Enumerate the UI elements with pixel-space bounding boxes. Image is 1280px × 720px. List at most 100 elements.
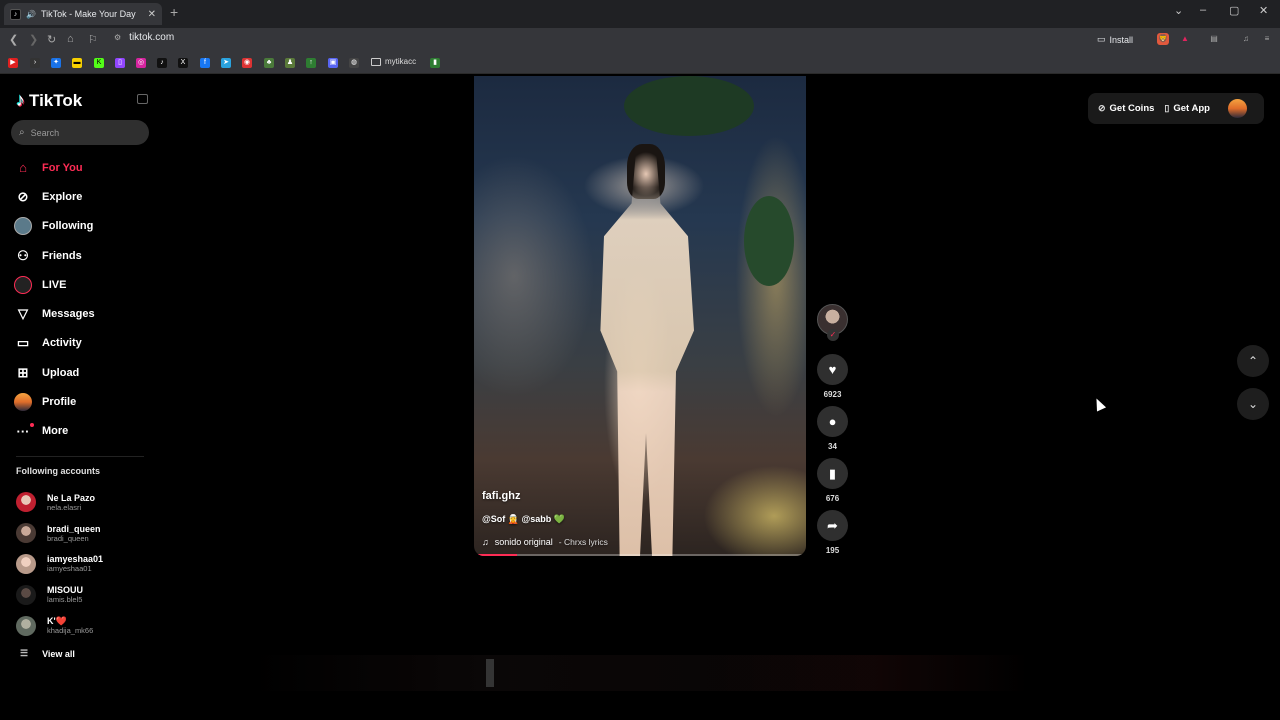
following-avatar-icon — [14, 217, 32, 236]
heart-icon[interactable]: ♥ — [817, 354, 848, 385]
kick-icon[interactable]: K — [94, 58, 104, 68]
minimize-button[interactable]: – — [1200, 4, 1206, 16]
video-scene — [744, 196, 794, 286]
telegram-icon[interactable]: ➤ — [221, 58, 231, 68]
video-progress-bar[interactable] — [474, 554, 806, 556]
avatar — [16, 615, 36, 636]
next-video-preview — [250, 655, 1030, 691]
list-item[interactable]: MISOUU lamis.blel5 — [16, 579, 103, 610]
signal-icon[interactable]: ▮ — [430, 58, 440, 68]
get-app-button[interactable]: ▯ Get App — [1164, 103, 1210, 114]
forward-icon[interactable]: ❯ — [29, 33, 38, 46]
activity-icon: ▭ — [16, 335, 30, 351]
sidebar-item-activity[interactable]: ▭ Activity — [14, 329, 95, 358]
follow-check-icon[interactable]: ✓ — [827, 329, 839, 341]
twitch-icon[interactable]: ▯ — [115, 58, 125, 68]
video-player[interactable]: fafi.ghz @Sof 🧝 @sabb 💚 ♫ sonido origina… — [474, 76, 806, 556]
tiktok-logo[interactable]: ♪ TikTok — [16, 90, 82, 111]
browser-tab[interactable]: ♪ 🔊 TikTok - Make Your Day ✕ — [4, 3, 162, 25]
app-icon[interactable]: ♟ — [285, 58, 295, 68]
video-author[interactable]: fafi.ghz — [482, 490, 798, 502]
home-icon[interactable]: ⌂ — [67, 33, 74, 45]
video-caption: fafi.ghz @Sof 🧝 @sabb 💚 ♫ sonido origina… — [482, 490, 798, 556]
new-tab-button[interactable]: + — [170, 4, 178, 20]
bookmarks-bar: ▶ › ✦ ▬ K ▯ ◎ ♪ X f ➤ ◉ ♣ ♟ ↑ ▣ ◍ mytika… — [0, 52, 1280, 74]
share-icon[interactable]: ➦ — [817, 510, 848, 541]
sidebar-item-following[interactable]: Following — [14, 212, 95, 241]
sidebar-item-profile[interactable]: Profile — [14, 387, 95, 416]
tab-close-icon[interactable]: ✕ — [148, 9, 156, 20]
sidebar-toggle-icon[interactable]: ▤ — [1208, 33, 1220, 45]
sidebar-item-upload[interactable]: ⊞ Upload — [14, 358, 95, 387]
list-item[interactable]: Ne La Pazo nela.elasri — [16, 487, 103, 518]
get-coins-button[interactable]: ⊘ Get Coins — [1098, 103, 1154, 114]
arrow-up-icon[interactable]: ↑ — [306, 58, 316, 68]
speaker-icon[interactable]: 🔊 — [26, 10, 36, 19]
save-count: 676 — [825, 494, 840, 503]
user-avatar[interactable] — [1227, 99, 1247, 118]
facebook-icon[interactable]: f — [200, 58, 210, 68]
home-icon: ⌂ — [19, 160, 27, 176]
search-input[interactable] — [30, 127, 131, 138]
next-video-button[interactable]: ⌄ — [1237, 388, 1269, 420]
collapse-sidebar-icon[interactable] — [137, 94, 148, 104]
list-item[interactable]: K'❤️ khadija_mk66 — [16, 610, 103, 641]
chevron-down-icon: ⌄ — [1247, 397, 1259, 411]
media-icon[interactable]: ♫ — [1240, 33, 1252, 45]
list-item[interactable]: iamyeshaa01 iamyeshaa01 — [16, 549, 103, 580]
tiktok-icon[interactable]: ♪ — [157, 58, 167, 68]
like-action: ♥ 6923 — [817, 354, 848, 399]
app-icon[interactable]: ▣ — [328, 58, 338, 68]
share-action: ➦ 195 — [817, 510, 848, 555]
reload-icon[interactable]: ↻ — [47, 33, 56, 46]
instagram-icon[interactable]: ◎ — [136, 58, 146, 68]
back-icon[interactable]: ❮ — [9, 33, 18, 46]
comment-action: ● 34 — [817, 406, 848, 451]
app-icon[interactable]: ▬ — [72, 58, 82, 68]
app-icon[interactable]: ◉ — [242, 58, 252, 68]
video-sound[interactable]: ♫ sonido original - Chrxs lyrics — [482, 537, 798, 547]
app-icon[interactable]: ♣ — [264, 58, 274, 68]
list-item[interactable]: bradi_queen bradi_queen — [16, 518, 103, 549]
tab-search-icon[interactable]: ⌄ — [1174, 4, 1183, 17]
x-icon[interactable]: X — [178, 58, 188, 68]
sidebar-item-live[interactable]: LIVE — [14, 270, 95, 299]
mouse-cursor-icon — [1091, 396, 1107, 412]
sidebar-item-more[interactable]: ··· More — [14, 417, 95, 446]
restore-button[interactable]: ▢ — [1229, 4, 1239, 17]
comment-icon[interactable]: ● — [817, 406, 848, 437]
youtube-icon[interactable]: ▶ — [8, 58, 18, 68]
chevron-up-icon: ⌃ — [1247, 354, 1259, 368]
search-icon: ⌕ — [19, 127, 25, 138]
close-window-button[interactable]: ✕ — [1259, 4, 1268, 17]
view-all-button[interactable]: ☰ View all — [20, 648, 75, 659]
bookmark-folder[interactable]: mytikacc — [371, 57, 416, 66]
avatar — [16, 492, 36, 513]
profile-avatar-icon — [14, 393, 32, 412]
video-tags[interactable]: @Sof 🧝 @sabb 💚 — [482, 514, 798, 525]
sidebar-nav: ⌂ For You ⊘ Explore Following ⚇ Friends … — [14, 153, 95, 446]
url-field[interactable]: ⚙ tiktok.com — [114, 32, 174, 43]
brave-shields-icon[interactable]: 🦁 — [1157, 33, 1169, 45]
sidebar-item-messages[interactable]: ▽ Messages — [14, 299, 95, 328]
creator-avatar[interactable]: ✓ — [817, 304, 848, 341]
install-button[interactable]: ▭ Install — [1097, 34, 1133, 45]
sidebar-item-explore[interactable]: ⊘ Explore — [14, 182, 95, 211]
search-bar[interactable]: ⌕ — [11, 120, 149, 145]
browser-tab-bar: ♪ 🔊 TikTok - Make Your Day ✕ + ⌄ – ▢ ✕ — [0, 0, 1280, 28]
notification-dot — [30, 423, 34, 428]
site-info-icon[interactable]: ⚙ — [114, 33, 121, 42]
app-icon[interactable]: ✦ — [51, 58, 61, 68]
bookmark-icon[interactable]: ⚐ — [88, 33, 98, 46]
upload-icon: ⊞ — [17, 364, 29, 380]
app-icon[interactable]: › — [30, 58, 40, 68]
bookmark-icon[interactable]: ▮ — [817, 458, 848, 489]
globe-icon[interactable]: ◍ — [349, 58, 359, 68]
previous-video-button[interactable]: ⌃ — [1237, 345, 1269, 377]
sidebar-item-for-you[interactable]: ⌂ For You — [14, 153, 95, 182]
avatar — [16, 523, 36, 544]
phone-icon: ▯ — [1164, 103, 1170, 113]
menu-icon[interactable]: ≡ — [1261, 33, 1273, 45]
sidebar-item-friends[interactable]: ⚇ Friends — [14, 241, 95, 270]
brave-rewards-icon[interactable]: ▲ — [1179, 33, 1191, 45]
